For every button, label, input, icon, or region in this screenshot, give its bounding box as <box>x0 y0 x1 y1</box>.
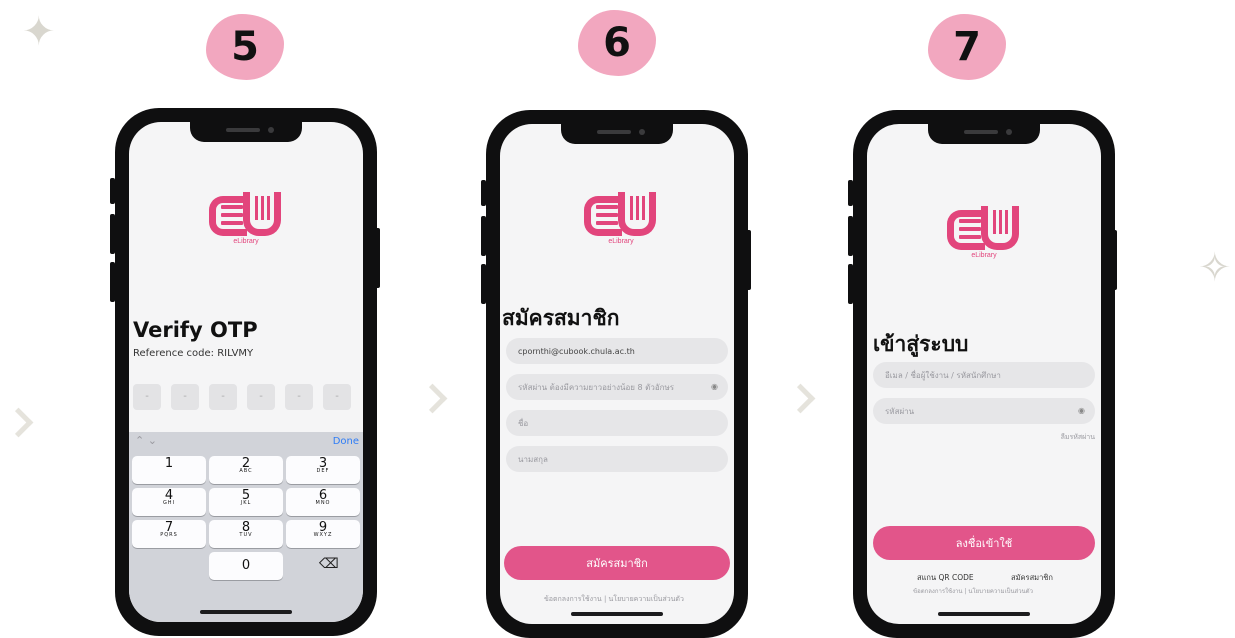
otp-digit-1[interactable]: - <box>133 384 161 410</box>
elibrary-logo: eLibrary <box>584 192 658 252</box>
register-screen: eLibrary สมัครสมาชิก cpornthi@cubook.chu… <box>500 124 734 624</box>
otp-digit-5[interactable]: - <box>285 384 313 410</box>
footer-links: ข้อตกลงการใช้งาน | นโยบายความเป็นส่วนตัว <box>544 595 684 603</box>
otp-digit-4[interactable]: - <box>247 384 275 410</box>
terms-link[interactable]: ข้อตกลงการใช้งาน <box>544 595 602 603</box>
login-button[interactable]: ลงชื่อเข้าใช้ <box>873 526 1095 560</box>
chevron-right-icon <box>3 407 34 438</box>
backspace-icon[interactable]: ⌫ <box>319 556 339 572</box>
key-0[interactable]: 0 <box>209 552 283 580</box>
page-title: สมัครสมาชิก <box>502 306 620 330</box>
reference-code: Reference code: RILVMY <box>133 348 254 359</box>
phone-login: eLibrary เข้าสู่ระบบ อีเมล / ชื่อผู้ใช้ง… <box>853 110 1115 638</box>
key-7[interactable]: 7 PQRS <box>132 520 206 548</box>
key-5[interactable]: 5 JKL <box>209 488 283 516</box>
key-9[interactable]: 9 WXYZ <box>286 520 360 548</box>
notch <box>561 124 673 144</box>
scan-qr-link[interactable]: สแกน QR CODE <box>917 572 974 584</box>
key-6[interactable]: 6 MNO <box>286 488 360 516</box>
keyboard-nav-arrows-icon[interactable]: ⌃ ⌄ <box>135 434 157 447</box>
last-name-field[interactable]: นามสกุล <box>506 446 728 472</box>
elibrary-logo: eLibrary <box>947 206 1021 266</box>
key-2[interactable]: 2 ABC <box>209 456 283 484</box>
privacy-link[interactable]: นโยบายความเป็นส่วนตัว <box>609 595 684 603</box>
step-badge: 5 <box>206 14 284 80</box>
otp-digit-2[interactable]: - <box>171 384 199 410</box>
eye-icon[interactable]: ◉ <box>1078 406 1085 415</box>
home-indicator <box>571 612 663 616</box>
home-indicator <box>200 610 292 614</box>
phone-register: eLibrary สมัครสมาชิก cpornthi@cubook.chu… <box>486 110 748 638</box>
step-badge: 6 <box>578 10 656 76</box>
otp-digit-6[interactable]: - <box>323 384 351 410</box>
sparkle-icon: ✦ <box>22 9 56 55</box>
login-screen: eLibrary เข้าสู่ระบบ อีเมล / ชื่อผู้ใช้ง… <box>867 124 1101 624</box>
page-title: Verify OTP <box>133 318 258 342</box>
register-link[interactable]: สมัครสมาชิก <box>1011 572 1053 584</box>
first-name-field[interactable]: ชื่อ <box>506 410 728 436</box>
done-button[interactable]: Done <box>333 436 359 447</box>
register-button[interactable]: สมัครสมาชิก <box>504 546 730 580</box>
key-3[interactable]: 3 DEF <box>286 456 360 484</box>
terms-link[interactable]: ข้อตกลงการใช้งาน <box>913 588 962 595</box>
notch <box>190 122 302 142</box>
key-8[interactable]: 8 TUV <box>209 520 283 548</box>
password-field[interactable]: รหัสผ่าน ◉ <box>873 398 1095 424</box>
username-field[interactable]: อีเมล / ชื่อผู้ใช้งาน / รหัสนักศึกษา <box>873 362 1095 388</box>
sparkle-icon: ✧ <box>1198 245 1232 291</box>
privacy-link[interactable]: นโยบายความเป็นส่วนตัว <box>968 588 1033 595</box>
otp-digit-3[interactable]: - <box>209 384 237 410</box>
forgot-password-link[interactable]: ลืมรหัสผ่าน <box>1061 432 1095 443</box>
numeric-keypad: ⌃ ⌄ Done 1 2 ABC 3 DEF 4 GHI 5 JKL 6 MNO 7 PQR… <box>129 432 363 622</box>
key-1[interactable]: 1 <box>132 456 206 484</box>
otp-screen: eLibrary Verify OTP Reference code: RILV… <box>129 122 363 622</box>
phone-otp: eLibrary Verify OTP Reference code: RILV… <box>115 108 377 636</box>
page-title: เข้าสู่ระบบ <box>873 332 969 356</box>
chevron-right-icon <box>417 383 448 414</box>
elibrary-logo: eLibrary <box>209 192 283 252</box>
step-badge: 7 <box>928 14 1006 80</box>
password-field[interactable]: รหัสผ่าน ต้องมีความยาวอย่างน้อย 8 ตัวอัก… <box>506 374 728 400</box>
key-4[interactable]: 4 GHI <box>132 488 206 516</box>
eye-icon[interactable]: ◉ <box>711 382 718 391</box>
home-indicator <box>938 612 1030 616</box>
email-field[interactable]: cpornthi@cubook.chula.ac.th <box>506 338 728 364</box>
chevron-right-icon <box>785 383 816 414</box>
footer-links: ข้อตกลงการใช้งาน | นโยบายความเป็นส่วนตัว <box>913 588 1033 595</box>
notch <box>928 124 1040 144</box>
